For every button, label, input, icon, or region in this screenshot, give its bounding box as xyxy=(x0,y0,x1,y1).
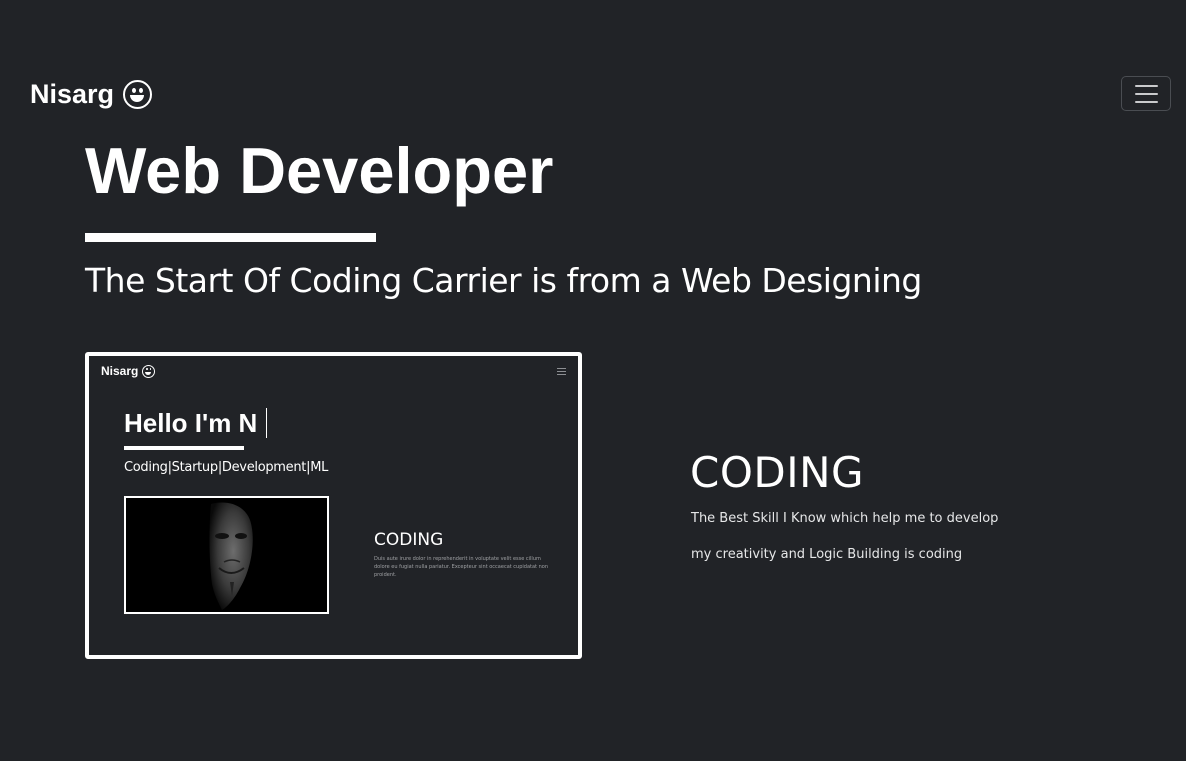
anonymous-mask-image xyxy=(124,496,329,614)
hamburger-menu-icon xyxy=(1134,84,1158,87)
coding-description-line-2: my creativity and Logic Building is codi… xyxy=(691,547,963,562)
title-underline xyxy=(85,233,376,242)
navbar-toggle-button[interactable] xyxy=(1121,76,1171,111)
coding-description-line-1: The Best Skill I Know which help me to d… xyxy=(691,511,999,526)
coding-heading: CODING xyxy=(690,448,865,497)
preview-brand: Nisarg xyxy=(101,364,156,378)
preview-skills: Coding|Startup|Development|ML xyxy=(124,460,329,475)
preview-hello-underline xyxy=(124,446,244,450)
grinning-face-icon xyxy=(123,80,153,109)
brand-name: Nisarg xyxy=(30,79,115,109)
preview-typing-cursor xyxy=(266,408,267,438)
preview-hello-heading: Hello I'm N xyxy=(124,408,258,438)
preview-menu-icon xyxy=(557,368,566,375)
page-subtitle: The Start Of Coding Carrier is from a We… xyxy=(85,261,922,300)
portfolio-page: Nisarg Web Developer The Start Of Coding… xyxy=(0,0,1186,761)
project-preview-image: Nisarg Hello I'm N Coding|Startup|Develo… xyxy=(85,352,582,659)
preview-coding-title: CODING xyxy=(374,530,444,550)
grinning-face-icon xyxy=(142,364,156,378)
preview-coding-description: Duis aute irure dolor in reprehenderit i… xyxy=(374,556,548,578)
navbar-brand[interactable]: Nisarg xyxy=(30,79,153,110)
page-title: Web Developer xyxy=(85,134,554,207)
